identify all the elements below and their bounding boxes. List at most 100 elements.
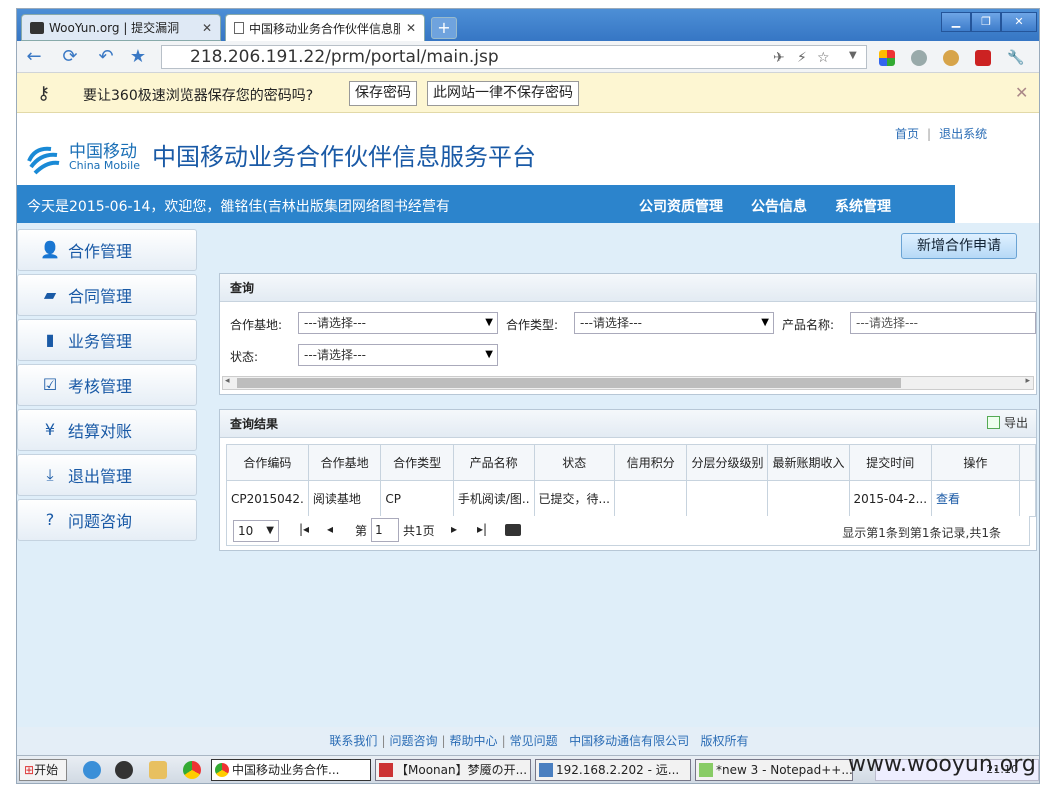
- start-button[interactable]: ⊞开始: [19, 759, 67, 781]
- column-header[interactable]: 操作: [931, 444, 1020, 481]
- sidebar-item-exit[interactable]: ⤓ 退出管理: [17, 454, 197, 496]
- tab-title: 中国移动业务合作伙伴信息服: [249, 21, 400, 36]
- column-header[interactable]: 合作编码: [226, 444, 309, 481]
- ie-icon[interactable]: [83, 761, 101, 779]
- sidebar-item-settlement[interactable]: ¥ 结算对账: [17, 409, 197, 451]
- footer-link-faq[interactable]: 常见问题: [510, 734, 558, 748]
- table-cell: CP: [380, 480, 454, 517]
- tab-close-icon[interactable]: ✕: [406, 21, 416, 35]
- undo-icon[interactable]: ↶: [95, 46, 117, 68]
- table-row[interactable]: CP2015042. 阅读基地 CP 手机阅读/图.. 已提交，待... 201…: [226, 480, 1037, 517]
- tab-close-icon[interactable]: ✕: [202, 21, 212, 35]
- task-notepadpp[interactable]: *new 3 - Notepad++...: [695, 759, 853, 781]
- task-label: *new 3 - Notepad++...: [716, 763, 853, 777]
- results-table: 合作编码 合作基地 合作类型 产品名称 状态 信用积分 分层分级级别 最新账期收…: [226, 444, 1037, 517]
- scroll-right-icon[interactable]: ▸: [1025, 376, 1030, 386]
- base-select[interactable]: ---请选择--- ▼: [298, 312, 498, 334]
- sidebar-item-contract[interactable]: ▰ 合同管理: [17, 274, 197, 316]
- prev-page-icon[interactable]: ◂: [327, 522, 333, 536]
- footer-link-contact[interactable]: 联系我们: [329, 734, 377, 748]
- new-cooperation-button[interactable]: 新增合作申请: [901, 233, 1017, 259]
- refresh-icon[interactable]: ⟳: [59, 46, 81, 68]
- column-header[interactable]: 提交时间: [848, 444, 933, 481]
- task-label: 【Moonan】梦魇の开...: [396, 763, 528, 777]
- status-select[interactable]: ---请选择--- ▼: [298, 344, 498, 366]
- star-icon[interactable]: ★: [127, 46, 149, 68]
- type-label: 合作类型:: [506, 318, 559, 332]
- never-save-password-button[interactable]: 此网站一律不保存密码: [427, 81, 579, 106]
- scrollbar-thumb[interactable]: [237, 378, 901, 388]
- task-chinamobile[interactable]: 中国移动业务合作...: [211, 759, 371, 781]
- sidebar-item-label: 业务管理: [68, 332, 133, 351]
- column-header[interactable]: 合作基地: [307, 444, 382, 481]
- type-select[interactable]: ---请选择--- ▼: [574, 312, 774, 334]
- next-page-icon[interactable]: ▸: [451, 522, 457, 536]
- new-tab-button[interactable]: +: [431, 17, 457, 39]
- app-icon: [379, 763, 393, 777]
- tab-wooyun[interactable]: WooYun.org | 提交漏洞 ✕: [21, 14, 221, 41]
- globe-icon[interactable]: [911, 50, 927, 66]
- dropdown-icon[interactable]: ▼: [849, 50, 857, 61]
- sidebar-item-label: 合作管理: [68, 242, 133, 261]
- view-link[interactable]: 查看: [936, 492, 960, 506]
- lightning-icon[interactable]: ⚡: [797, 50, 807, 66]
- sidebar-item-assessment[interactable]: ☑ 考核管理: [17, 364, 197, 406]
- user-icon: 👤: [40, 240, 60, 259]
- welcome-text: 今天是2015-06-14，欢迎您，雒铭佳(吉林出版集团网络图书经营有: [27, 199, 450, 215]
- task-remote-desktop[interactable]: 192.168.2.202 - 远...: [535, 759, 691, 781]
- column-header-spacer: [1018, 444, 1037, 481]
- export-button[interactable]: 导出: [986, 414, 1028, 431]
- sidebar-item-label: 考核管理: [68, 377, 133, 396]
- sidebar-item-business[interactable]: ▮ 业务管理: [17, 319, 197, 361]
- nav-system-management[interactable]: 系统管理: [835, 196, 891, 216]
- home-link[interactable]: 首页: [895, 127, 919, 141]
- table-cell: 手机阅读/图..: [452, 480, 535, 517]
- page-number-input[interactable]: 1: [371, 518, 399, 542]
- footer-link-consult[interactable]: 问题咨询: [389, 734, 437, 748]
- page-size-select[interactable]: 10 ▼: [233, 520, 279, 542]
- browser-window: WooYun.org | 提交漏洞 ✕ 中国移动业务合作伙伴信息服 ✕ + ▁ …: [16, 8, 1040, 784]
- address-bar[interactable]: 218.206.191.22/prm/portal/main.jsp: [161, 45, 867, 69]
- close-window-button[interactable]: ✕: [1001, 12, 1037, 32]
- sidebar-item-consult[interactable]: ? 问题咨询: [17, 499, 197, 541]
- column-header[interactable]: 状态: [533, 444, 615, 481]
- start-label: 开始: [34, 763, 59, 777]
- column-header[interactable]: 产品名称: [452, 444, 535, 481]
- product-input[interactable]: ---请选择---: [850, 312, 1036, 334]
- logout-link[interactable]: 退出系统: [939, 127, 987, 141]
- tab-chinamobile[interactable]: 中国移动业务合作伙伴信息服 ✕: [225, 14, 425, 41]
- first-page-icon[interactable]: |◂: [299, 522, 309, 536]
- nav-company-qualification[interactable]: 公司资质管理: [639, 196, 723, 216]
- back-icon[interactable]: ←: [23, 46, 45, 68]
- nav-announcements[interactable]: 公告信息: [751, 196, 807, 216]
- content-area: 👤 合作管理 ▰ 合同管理 ▮ 业务管理 ☑ 考核管理 ¥ 结算对账 ⤓ 退出管理 ? 问题咨…: [17, 223, 1039, 727]
- close-icon[interactable]: ✕: [1015, 83, 1028, 102]
- chrome-icon[interactable]: [183, 761, 201, 779]
- maximize-button[interactable]: ❐: [971, 12, 1001, 32]
- scroll-left-icon[interactable]: ◂: [225, 376, 230, 386]
- bookmark-star-icon[interactable]: ☆: [817, 50, 830, 66]
- footer-link-help[interactable]: 帮助中心: [450, 734, 498, 748]
- last-page-icon[interactable]: ▸|: [477, 522, 487, 536]
- save-password-button[interactable]: 保存密码: [349, 81, 417, 106]
- column-header[interactable]: 分层分级级别: [686, 444, 769, 481]
- column-header[interactable]: 合作类型: [380, 444, 454, 481]
- minimize-button[interactable]: ▁: [941, 12, 971, 32]
- cookie-icon[interactable]: [943, 50, 959, 66]
- bird-icon[interactable]: ✈: [773, 50, 785, 66]
- explorer-icon[interactable]: [149, 761, 167, 779]
- steam-icon[interactable]: [115, 761, 133, 779]
- link-separator: |: [927, 127, 932, 141]
- apps-icon[interactable]: [879, 50, 895, 66]
- extension-icon[interactable]: [975, 50, 991, 66]
- horizontal-scrollbar[interactable]: ◂ ▸: [222, 376, 1034, 390]
- column-header[interactable]: 最新账期收入: [767, 444, 850, 481]
- sidebar-item-cooperation[interactable]: 👤 合作管理: [17, 229, 197, 271]
- export-icon: [986, 416, 1000, 429]
- go-icon[interactable]: [505, 524, 521, 536]
- site-title: 中国移动业务合作伙伴信息服务平台: [152, 143, 536, 171]
- chevron-down-icon: ▼: [485, 317, 493, 328]
- column-header[interactable]: 信用积分: [613, 444, 688, 481]
- wrench-icon[interactable]: 🔧: [1007, 50, 1024, 66]
- task-moonan[interactable]: 【Moonan】梦魇の开...: [375, 759, 531, 781]
